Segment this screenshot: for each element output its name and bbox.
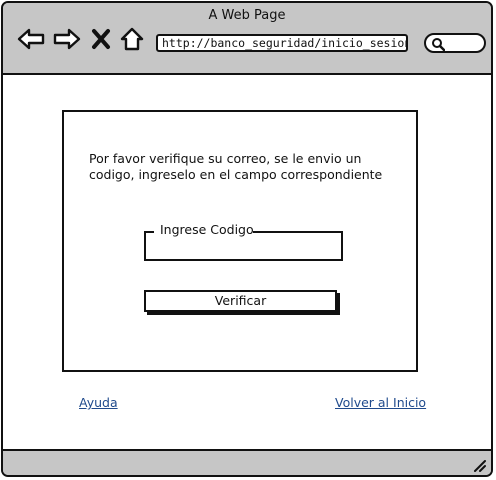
back-to-home-link[interactable]: Volver al Inicio bbox=[335, 395, 426, 410]
window-title: A Web Page bbox=[208, 8, 286, 23]
verification-panel: Por favor verifique su correo, se le env… bbox=[62, 110, 418, 372]
close-icon bbox=[92, 29, 110, 49]
instruction-text: Por favor verifique su correo, se le env… bbox=[89, 151, 383, 182]
home-button[interactable] bbox=[118, 25, 146, 53]
address-bar[interactable]: http://banco_seguridad/inicio_sesion/ bbox=[156, 34, 408, 52]
help-link[interactable]: Ayuda bbox=[79, 395, 118, 410]
page-content: Por favor verifique su correo, se le env… bbox=[3, 75, 491, 449]
home-icon bbox=[120, 27, 144, 51]
arrow-left-icon bbox=[17, 28, 45, 50]
verify-button[interactable]: Verificar bbox=[144, 290, 337, 312]
code-field: Ingrese Codigo bbox=[144, 222, 343, 261]
arrow-right-icon bbox=[53, 28, 81, 50]
stop-button[interactable] bbox=[89, 25, 113, 53]
back-button[interactable] bbox=[17, 25, 45, 53]
search-icon bbox=[432, 38, 445, 51]
code-input[interactable] bbox=[150, 237, 340, 257]
resize-grip-icon[interactable] bbox=[472, 458, 486, 472]
search-input[interactable] bbox=[424, 33, 486, 53]
status-bar bbox=[3, 449, 491, 475]
browser-window: A Web Page http://banco_seguridad/inicio… bbox=[1, 1, 493, 477]
forward-button[interactable] bbox=[53, 25, 81, 53]
browser-toolbar: A Web Page http://banco_seguridad/inicio… bbox=[3, 3, 491, 75]
code-field-label: Ingrese Codigo bbox=[158, 222, 256, 237]
